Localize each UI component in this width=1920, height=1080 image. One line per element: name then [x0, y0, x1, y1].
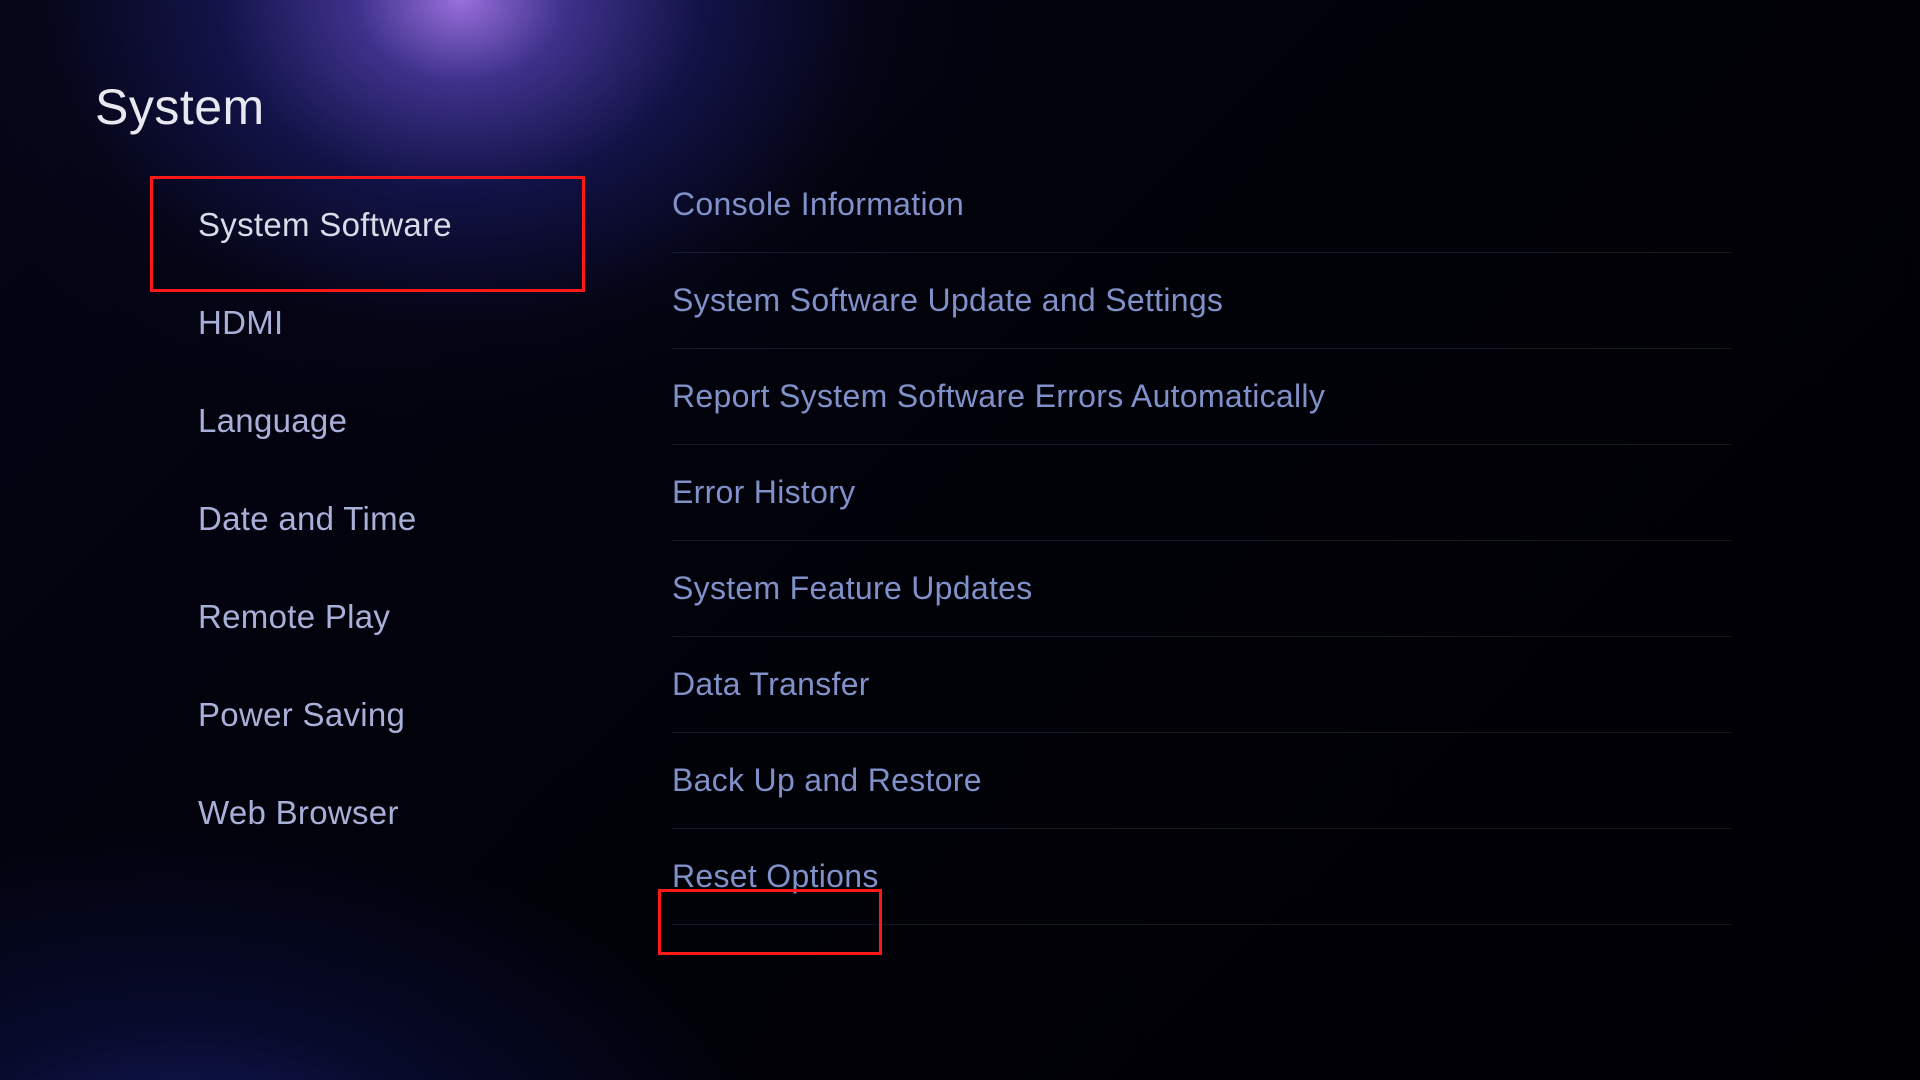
sidebar-item-hdmi[interactable]: HDMI	[150, 274, 585, 372]
content-item-data-transfer[interactable]: Data Transfer	[672, 637, 1732, 733]
sidebar-item-web-browser[interactable]: Web Browser	[150, 764, 585, 862]
sidebar-item-system-software[interactable]: System Software	[150, 176, 585, 274]
sidebar-item-date-and-time[interactable]: Date and Time	[150, 470, 585, 568]
content-item-report-errors[interactable]: Report System Software Errors Automatica…	[672, 349, 1732, 445]
content-item-system-software-update[interactable]: System Software Update and Settings	[672, 253, 1732, 349]
sidebar-item-language[interactable]: Language	[150, 372, 585, 470]
content-item-console-information[interactable]: Console Information	[672, 186, 1732, 253]
content-item-back-up-and-restore[interactable]: Back Up and Restore	[672, 733, 1732, 829]
content-item-error-history[interactable]: Error History	[672, 445, 1732, 541]
content-item-reset-options[interactable]: Reset Options	[672, 829, 1732, 925]
sidebar: System Software HDMI Language Date and T…	[150, 176, 585, 862]
content-item-system-feature-updates[interactable]: System Feature Updates	[672, 541, 1732, 637]
sidebar-item-remote-play[interactable]: Remote Play	[150, 568, 585, 666]
page-title: System	[95, 78, 265, 136]
content-panel: Console Information System Software Upda…	[672, 186, 1732, 925]
sidebar-item-power-saving[interactable]: Power Saving	[150, 666, 585, 764]
